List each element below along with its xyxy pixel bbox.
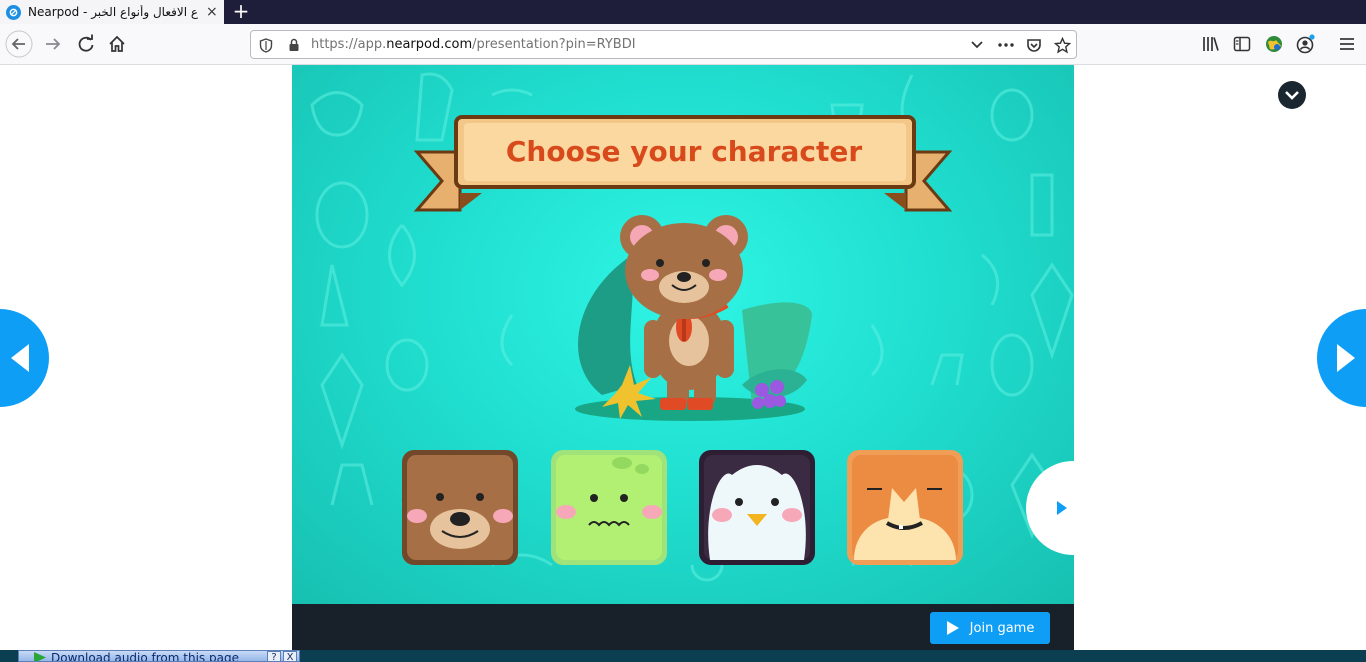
previous-arrow-icon xyxy=(11,344,29,372)
tracking-shield-icon[interactable] xyxy=(257,36,275,54)
character-card-bear[interactable] xyxy=(402,450,518,565)
lock-icon[interactable] xyxy=(285,36,303,54)
extension-button[interactable] xyxy=(1259,30,1289,58)
tab-title: Nearpod - اع الافعال وأنواع الخبر xyxy=(28,5,198,19)
url-prefix: https://app. xyxy=(311,37,387,52)
download-close-icon[interactable]: X xyxy=(283,651,297,661)
url-dropdown-icon[interactable] xyxy=(968,36,986,54)
previous-slide-button[interactable] xyxy=(0,309,49,407)
character-card-fox[interactable] xyxy=(847,450,963,565)
sidebar-button[interactable] xyxy=(1227,30,1257,58)
join-game-button[interactable]: Join game xyxy=(930,612,1050,644)
pocket-icon[interactable] xyxy=(1025,36,1043,54)
play-next-icon xyxy=(1057,501,1067,515)
nearpod-favicon-icon xyxy=(6,4,21,20)
navigation-toolbar: https://app.nearpod.com/presentation?pin… xyxy=(0,24,1366,65)
forward-arrow-icon xyxy=(46,38,61,50)
presentation-slide: Choose your character xyxy=(292,65,1074,604)
tab-close-icon[interactable]: × xyxy=(206,4,218,20)
url-path: /presentation?pin=RYBDI xyxy=(472,37,636,52)
next-characters-button[interactable] xyxy=(1026,455,1074,561)
play-icon xyxy=(946,621,959,635)
globe-extension-icon xyxy=(1266,36,1282,52)
character-card-penguin[interactable] xyxy=(699,450,815,565)
reload-button[interactable] xyxy=(71,30,101,58)
tab-bar: Nearpod - اع الافعال وأنواع الخبر × + xyxy=(0,0,1366,24)
url-bar[interactable]: https://app.nearpod.com/presentation?pin… xyxy=(250,30,1077,59)
sidebar-icon xyxy=(1233,36,1251,52)
back-button[interactable] xyxy=(4,30,34,58)
join-game-label: Join game xyxy=(969,620,1035,636)
app-menu-button[interactable] xyxy=(1332,30,1362,58)
home-button[interactable] xyxy=(102,30,132,58)
bookmark-star-icon[interactable] xyxy=(1053,36,1071,54)
page-actions-icon[interactable] xyxy=(997,36,1015,54)
forward-button[interactable] xyxy=(38,30,68,58)
url-text[interactable]: https://app.nearpod.com/presentation?pin… xyxy=(311,37,636,52)
download-help-icon[interactable]: ? xyxy=(267,651,281,661)
collapse-toggle-button[interactable] xyxy=(1278,81,1306,109)
hamburger-menu-icon xyxy=(1340,38,1354,50)
browser-tab[interactable]: Nearpod - اع الافعال وأنواع الخبر × xyxy=(0,0,224,24)
slide-bottom-bar: Join game xyxy=(292,604,1074,650)
new-tab-button[interactable]: + xyxy=(230,0,252,24)
download-play-icon xyxy=(34,652,46,661)
background-pattern: Choose your character xyxy=(310,72,1074,582)
account-button[interactable] xyxy=(1291,30,1321,58)
home-icon xyxy=(109,35,125,52)
download-audio-toolbar[interactable]: Download audio from this page ? X xyxy=(18,650,300,662)
next-arrow-icon xyxy=(1337,344,1355,372)
reload-icon xyxy=(78,34,94,52)
account-icon xyxy=(1296,34,1315,54)
chevron-down-icon xyxy=(1285,91,1299,100)
back-arrow-icon xyxy=(5,30,33,58)
character-card-frog[interactable] xyxy=(551,450,667,565)
next-slide-button[interactable] xyxy=(1317,309,1366,407)
bear-scene xyxy=(575,215,812,421)
library-button[interactable] xyxy=(1196,30,1226,58)
download-audio-label: Download audio from this page xyxy=(51,651,239,662)
url-host: nearpod.com xyxy=(386,37,473,52)
slide-title: Choose your character xyxy=(506,135,862,168)
library-icon xyxy=(1203,37,1219,51)
